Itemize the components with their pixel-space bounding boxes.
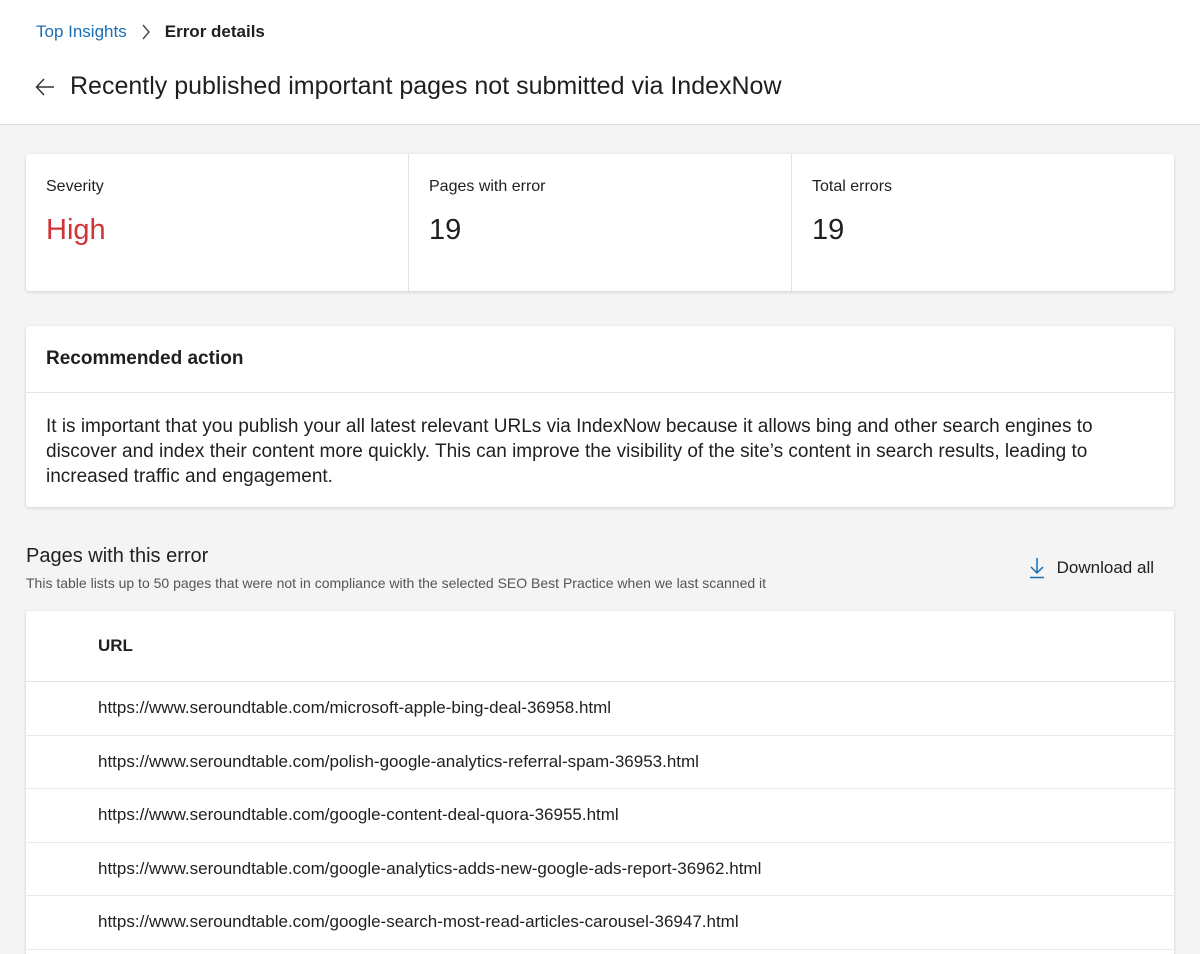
breadcrumb-current: Error details [164,22,265,41]
stat-label: Pages with error [429,178,546,195]
severity-value: High [46,214,106,246]
pages-section-title: Pages with this error [26,545,209,567]
column-header-url[interactable]: URL [26,611,1174,682]
url-table: URL https://www.seroundtable.com/microso… [26,611,1174,954]
title-row: Recently published important pages not s… [34,72,782,101]
recommended-action-heading: Recommended action [26,326,1174,393]
download-icon [1029,557,1045,579]
chevron-right-icon [141,24,151,40]
table-row[interactable]: https://www.seroundtable.com/polish-goog… [26,736,1174,789]
pages-with-error-value: 19 [429,214,462,246]
table-row[interactable]: https://www.seroundtable.com/microsoft-a… [26,682,1174,736]
recommended-action-card: Recommended action It is important that … [26,326,1174,507]
page-title: Recently published important pages not s… [70,72,782,100]
stat-label: Severity [46,178,104,195]
table-row[interactable]: https://www.seroundtable.com/google-sear… [26,896,1174,950]
stats-card: Severity High Pages with error 19 Total … [26,154,1174,291]
download-all-button[interactable]: Download all [1029,557,1154,579]
stat-pages-with-error: Pages with error 19 [409,154,792,291]
stat-total-errors: Total errors 19 [792,154,1174,291]
breadcrumb: Top Insights Error details [36,22,265,42]
stat-severity: Severity High [26,154,409,291]
table-row[interactable]: https://www.seroundtable.com/google-anal… [26,843,1174,896]
stat-label: Total errors [812,178,893,195]
arrow-left-icon[interactable] [34,76,56,98]
pages-section-subtitle: This table lists up to 50 pages that wer… [26,575,767,591]
header: Top Insights Error details Recently publ… [0,0,1200,125]
recommended-action-text: It is important that you publish your al… [46,416,1093,487]
download-all-label: Download all [1056,558,1154,577]
total-errors-value: 19 [812,214,845,246]
breadcrumb-top-insights-link[interactable]: Top Insights [36,22,127,42]
table-row[interactable]: https://www.seroundtable.com/google-cont… [26,789,1174,843]
